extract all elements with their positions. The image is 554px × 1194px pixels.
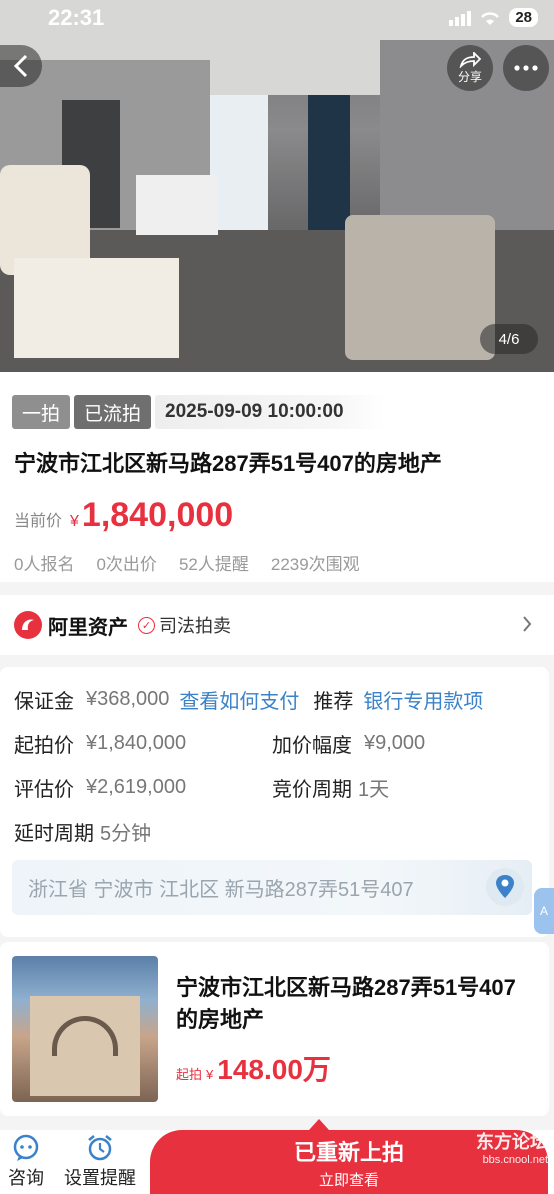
- photo-table: [14, 258, 179, 358]
- judicial-label: 司法拍卖: [159, 616, 231, 636]
- relisted-item-thumbnail: [12, 956, 158, 1102]
- check-icon: ✓: [138, 616, 155, 634]
- how-to-pay-link[interactable]: 查看如何支付: [179, 685, 299, 714]
- relisted-price-row: 起拍 ¥ 148.00万: [176, 1048, 331, 1088]
- chevron-left-icon: [13, 54, 28, 78]
- back-button[interactable]: [0, 45, 42, 87]
- start-price-row: 起拍价 ¥1,840,000: [14, 729, 186, 758]
- image-counter: 4/6: [480, 324, 538, 354]
- more-button[interactable]: [503, 45, 549, 91]
- deposit-label: 保证金: [14, 691, 74, 713]
- increment-label: 加价幅度: [272, 735, 352, 757]
- relisted-currency: ¥: [206, 1067, 214, 1082]
- status-icons: 28: [449, 8, 538, 27]
- extension-label: 延时周期: [14, 823, 94, 845]
- watermark-url: bbs.cnool.net: [482, 1154, 548, 1166]
- status-tag: 已流拍: [74, 395, 152, 429]
- bid-cycle-label: 竞价周期: [272, 779, 352, 801]
- more-icon: [514, 65, 538, 71]
- auction-datetime: 2025-09-09 10:00:00: [155, 395, 384, 429]
- photo-doorway-dark: [308, 95, 350, 235]
- provider-row[interactable]: 阿里资产 ✓ 司法拍卖: [0, 595, 554, 655]
- cta-pointer: [309, 1119, 329, 1130]
- cta-sub-label: 立即查看: [318, 1171, 379, 1189]
- auction-stats: 0人报名 0次出价 52人提醒 2239次围观: [14, 550, 360, 575]
- share-button[interactable]: 分享: [447, 45, 493, 91]
- extension-row: 延时周期 5分钟: [14, 817, 151, 846]
- chat-bubble-icon: [13, 1134, 39, 1161]
- alarm-clock-icon: [88, 1135, 112, 1161]
- address-text: 浙江省 宁波市 江北区 新马路287弄51号407: [28, 879, 414, 901]
- bank-payment-link[interactable]: 银行专用款项: [363, 685, 483, 714]
- signal-icon: [449, 10, 472, 26]
- currency-symbol: ¥: [70, 513, 79, 530]
- price-label: 当前价: [14, 513, 63, 530]
- ali-assets-logo-icon: [14, 611, 42, 639]
- battery-indicator: 28: [509, 8, 538, 27]
- relisted-item-card[interactable]: 宁波市江北区新马路287弄51号407的房地产 起拍 ¥ 148.00万: [0, 942, 549, 1116]
- bid-cycle-value: 1天: [358, 779, 390, 801]
- wifi-icon: [481, 11, 500, 25]
- watermark-title: 东方论坛: [476, 1132, 548, 1152]
- share-label: 分享: [457, 69, 482, 84]
- status-time: 22:31: [48, 5, 105, 30]
- current-price: 1,840,000: [81, 496, 234, 534]
- appraisal-row: 评估价 ¥2,619,000: [14, 773, 186, 802]
- cta-main-label: 已重新上拍: [293, 1139, 404, 1165]
- relisted-price: 148.00万: [217, 1054, 331, 1085]
- increment-row: 加价幅度 ¥9,000: [272, 729, 425, 758]
- map-pin-icon: [486, 868, 524, 906]
- deposit-value: ¥368,000: [86, 688, 170, 710]
- stat-bids: 0次出价: [96, 555, 157, 574]
- auction-details: 保证金 ¥368,000 查看如何支付 推荐 银行专用款项 起拍价 ¥1,840…: [0, 667, 549, 937]
- stat-views: 2239次围观: [270, 555, 360, 574]
- increment-value: ¥9,000: [364, 732, 426, 754]
- consult-label: 咨询: [8, 1168, 44, 1188]
- extension-value: 5分钟: [100, 823, 152, 845]
- current-price-row: 当前价 ¥ 1,840,000: [14, 496, 233, 535]
- start-price-value: ¥1,840,000: [86, 732, 187, 754]
- set-reminder-button[interactable]: 设置提醒: [64, 1134, 136, 1190]
- chevron-right-icon: [523, 616, 532, 632]
- relisted-item-title: 宁波市江北区新马路287弄51号407的房地产: [176, 975, 516, 1032]
- reminder-label: 设置提醒: [64, 1168, 136, 1188]
- bid-cycle-row: 竞价周期 1天: [272, 773, 389, 802]
- photo-doorway: [210, 95, 268, 235]
- appraisal-label: 评估价: [14, 779, 74, 801]
- deposit-row: 保证金 ¥368,000 查看如何支付 推荐 银行专用款项: [14, 685, 483, 714]
- forum-watermark: 东方论坛 bbs.cnool.net: [476, 1128, 548, 1166]
- stat-reminders: 52人提醒: [178, 555, 249, 574]
- auction-info: 一拍 已流拍 2025-09-09 10:00:00 宁波市江北区新马路287弄…: [0, 372, 554, 582]
- start-price-label: 起拍价: [14, 735, 74, 757]
- address-map[interactable]: 浙江省 宁波市 江北区 新马路287弄51号407: [12, 860, 532, 915]
- share-icon: [459, 51, 481, 68]
- ai-assistant-tab[interactable]: A: [534, 888, 554, 934]
- consult-button[interactable]: 咨询: [8, 1134, 44, 1190]
- tag-row: 一拍 已流拍 2025-09-09 10:00:00: [12, 395, 384, 429]
- round-tag: 一拍: [12, 395, 71, 429]
- recommend-label: 推荐: [313, 691, 354, 713]
- appraisal-value: ¥2,619,000: [86, 776, 187, 798]
- stat-registrations: 0人报名: [14, 555, 75, 574]
- judicial-auction-badge: ✓ 司法拍卖: [138, 612, 231, 638]
- photo-dresser: [136, 175, 218, 235]
- provider-name: 阿里资产: [48, 616, 128, 639]
- listing-title: 宁波市江北区新马路287弄51号407的房地产: [14, 451, 442, 476]
- relisted-price-label: 起拍: [176, 1067, 203, 1082]
- photo-clutter: [345, 215, 495, 360]
